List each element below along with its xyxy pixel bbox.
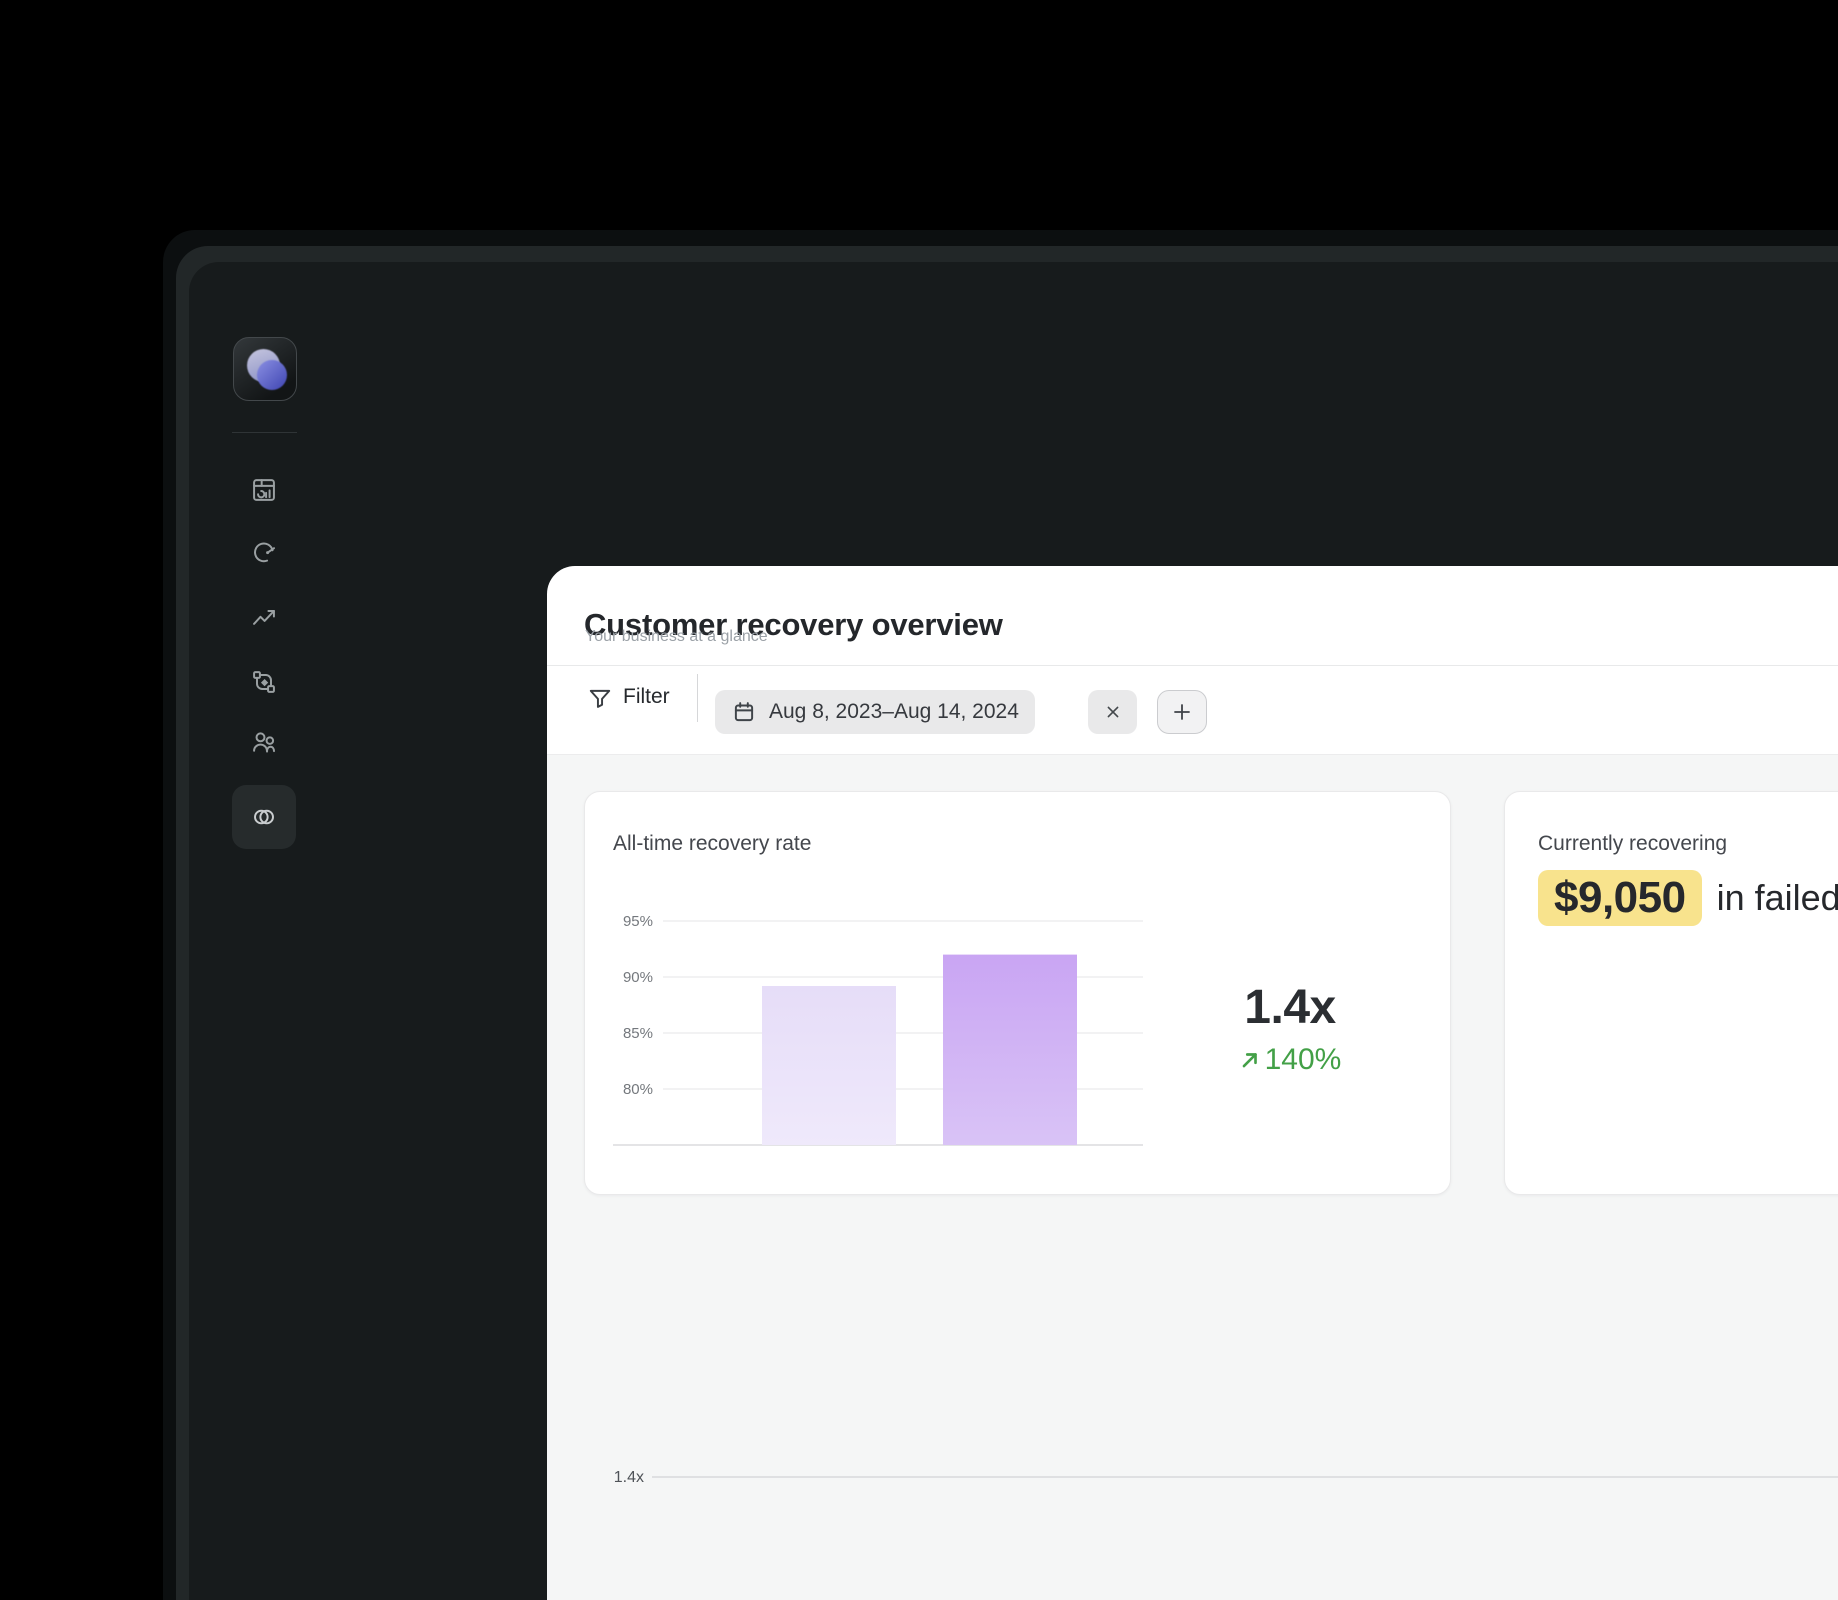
date-range-chip[interactable]: Aug 8, 2023–Aug 14, 2024 [715, 690, 1035, 734]
app-logo[interactable] [233, 337, 297, 401]
recovery-rate-bar-chart: 95% 90% 85% 80% [613, 904, 1173, 1154]
users-icon [250, 728, 278, 756]
svg-text:85%: 85% [623, 1025, 653, 1042]
sidebar-item-automations[interactable] [232, 650, 296, 714]
close-icon [1103, 702, 1123, 722]
amount-suffix: in failed payments [1717, 877, 1838, 919]
filter-button[interactable]: Filter [623, 685, 670, 709]
stat-delta-value: 140% [1265, 1043, 1342, 1077]
dashboard-body: All-time recovery rate 95% 90% 85% 80% 1.4x… [547, 754, 1838, 1600]
content-panel: Customer recovery overview Your business… [547, 566, 1838, 1600]
sidebar-item-segments[interactable] [232, 785, 296, 849]
svg-text:80%: 80% [623, 1081, 653, 1098]
filter-divider [697, 674, 698, 722]
page-subtitle: Your business at a glance [585, 628, 768, 646]
date-range-text: Aug 8, 2023–Aug 14, 2024 [769, 700, 1019, 724]
sidebar-divider [232, 432, 297, 433]
dashboard-icon [250, 476, 278, 504]
filter-icon [587, 686, 613, 712]
svg-text:90%: 90% [623, 969, 653, 986]
segments-icon [250, 803, 278, 831]
sidebar-item-dashboard[interactable] [232, 458, 296, 522]
sidebar-item-trends[interactable] [232, 586, 296, 650]
card-currently-recovering: Currently recovering $9,050 in failed pa… [1504, 791, 1838, 1195]
logo-swirl-blue [257, 360, 287, 390]
card-title: All-time recovery rate [613, 832, 811, 856]
card-recovery-rate: All-time recovery rate 95% 90% 85% 80% 1.4x… [584, 791, 1451, 1195]
svg-text:1.4x: 1.4x [614, 1469, 644, 1486]
stat-delta: 140% [1197, 1043, 1383, 1077]
gauge-icon [250, 538, 278, 566]
sidebar-item-customers[interactable] [232, 710, 296, 774]
sidebar-item-performance[interactable] [232, 520, 296, 584]
app-window: Customer recovery overview Your business… [189, 262, 1838, 1600]
workflow-icon [250, 668, 278, 696]
trend-arrow-icon [1239, 1049, 1261, 1071]
card-title: Currently recovering [1538, 832, 1727, 856]
amount-highlight: $9,050 [1538, 870, 1702, 926]
plus-icon [1170, 700, 1194, 724]
recovering-amount-row: $9,050 in failed payments [1538, 870, 1838, 926]
svg-text:95%: 95% [623, 913, 653, 930]
trend-up-icon [250, 604, 278, 632]
stat-value: 1.4x [1197, 980, 1383, 1035]
sidebar [189, 262, 358, 1600]
recovery-rate-stat: 1.4x 140% [1197, 980, 1383, 1077]
add-filter-button[interactable] [1157, 690, 1207, 734]
remove-date-filter-button[interactable] [1088, 690, 1137, 734]
filter-bar: Filter Aug 8, 2023–Aug 14, 2024 [547, 666, 1838, 754]
calendar-icon [731, 699, 757, 725]
recovery-multiplier-area-chart: 1.4x1.2x1xAug 12Aug 14Aug 16Aug 20Aug 22 [579, 1451, 1838, 1600]
